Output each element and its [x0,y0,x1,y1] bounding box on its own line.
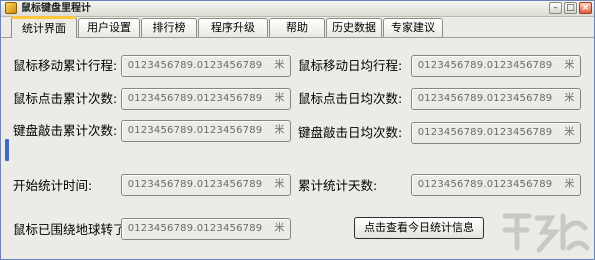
total-days-field: 0123456789.0123456789 米 [411,174,581,196]
tab-stats[interactable]: 统计界面 [11,16,77,38]
tab-bar: 统计界面 用户设置 排行榜 程序升级 帮助 历史数据 专家建议 [11,16,591,38]
tab-upgrade[interactable]: 程序升级 [198,18,268,37]
mouse-move-total-label: 鼠标移动累计行程: [13,58,118,73]
mouse-move-daily-field: 0123456789.0123456789 米 [411,55,581,77]
earth-laps-label: 鼠标已围绕地球转了: [13,222,130,237]
watermark-stroke-2 [534,215,561,253]
earth-laps-field: 0123456789.0123456789 米 [121,218,291,240]
tab-expert-advice[interactable]: 专家建议 [383,18,443,37]
window-title: 鼠标键盘里程计 [21,3,91,14]
tab-history[interactable]: 历史数据 [326,18,382,37]
main-window: 鼠标键盘里程计 – □ × 统计界面 用户设置 排行榜 程序升级 帮助 历史数据… [0,0,595,260]
app-icon [5,2,17,14]
key-daily-field: 0123456789.0123456789 米 [411,122,581,144]
mouse-click-daily-label: 鼠标点击日均次数: [298,91,403,106]
start-time-label: 开始统计时间: [13,178,93,193]
key-daily-label: 键盘敲击日均次数: [298,125,403,140]
key-total-field: 0123456789.0123456789 米 [121,120,291,142]
title-bar[interactable]: 鼠标键盘里程计 – □ × [1,1,594,17]
minimize-button[interactable]: – [549,2,562,14]
mouse-move-daily-label: 鼠标移动日均行程: [298,58,403,73]
watermark-stroke-3 [560,213,590,251]
tab-user-settings[interactable]: 用户设置 [78,18,140,37]
watermark-stroke-1 [502,213,532,251]
mouse-move-total-field: 0123456789.0123456789 米 [121,55,291,77]
mouse-click-total-field: 0123456789.0123456789 米 [121,88,291,110]
key-total-label: 键盘敲击累计次数: [13,123,118,138]
tab-leaderboard[interactable]: 排行榜 [141,18,197,37]
close-button[interactable]: × [579,2,592,14]
mouse-click-total-label: 鼠标点击累计次数: [13,91,118,106]
start-time-field: 0123456789.0123456789 米 [121,174,291,196]
total-days-label: 累计统计天数: [298,178,378,193]
view-today-stats-button[interactable]: 点击查看今日统计信息 [354,217,484,239]
mouse-click-daily-field: 0123456789.0123456789 米 [411,88,581,110]
tab-help[interactable]: 帮助 [269,18,325,37]
watermark-logo [502,213,590,253]
maximize-button[interactable]: □ [564,2,577,14]
